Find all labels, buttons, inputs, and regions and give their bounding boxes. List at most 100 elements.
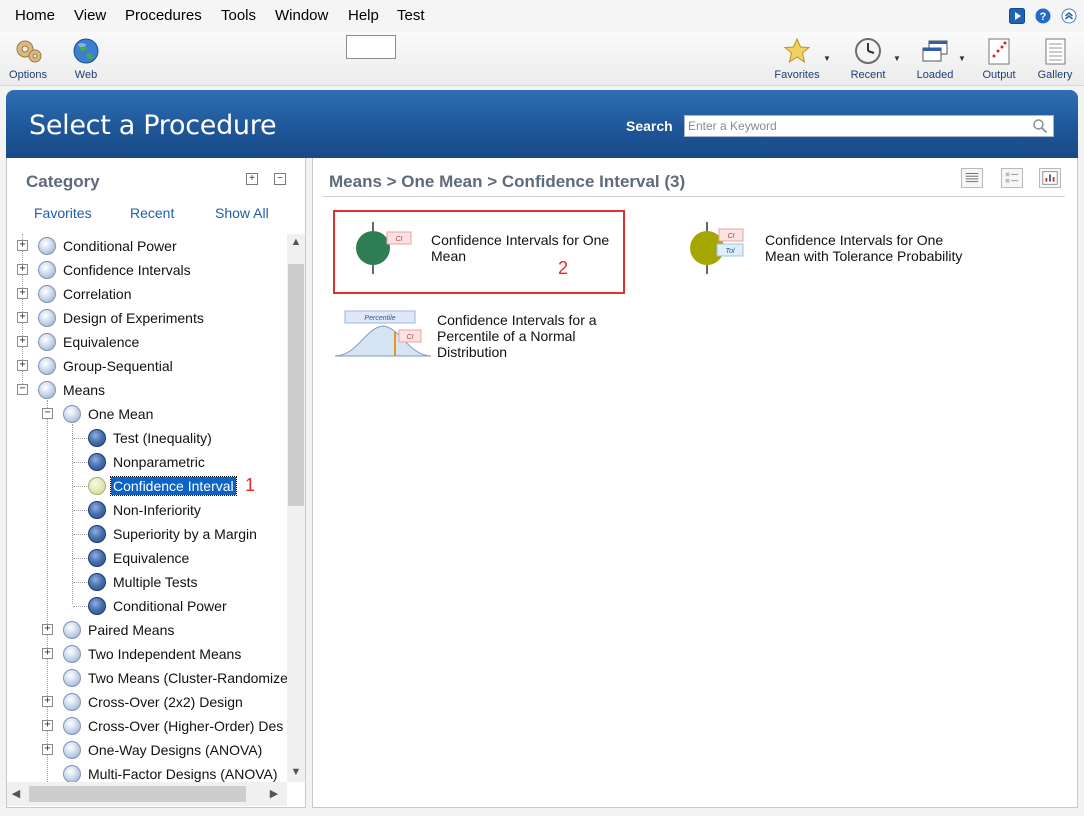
scroll-right-icon[interactable]: ▶ <box>265 787 283 800</box>
tree-item-confidence-interval[interactable]: Confidence Interval 1 <box>7 474 287 498</box>
gallery-label: Gallery <box>1037 69 1073 81</box>
scroll-thumb[interactable] <box>288 264 304 506</box>
expand-icon[interactable]: + <box>42 720 53 731</box>
expand-icon[interactable]: + <box>42 648 53 659</box>
icon-view-icon[interactable] <box>1039 168 1061 188</box>
procedure-title-line: Percentile of a Normal <box>437 328 576 344</box>
tree-item-label: Group-Sequential <box>63 358 173 374</box>
options-button[interactable]: Options <box>6 32 50 86</box>
tree-item[interactable]: Two Means (Cluster-Randomize <box>7 666 287 690</box>
tolerance-ci-icon[interactable]: CI Tol <box>683 220 749 276</box>
tree-item-means[interactable]: − Means <box>7 378 287 402</box>
scroll-down-icon[interactable]: ▼ <box>287 766 305 778</box>
procedure-bullet-icon <box>88 453 106 471</box>
scroll-thumb[interactable] <box>29 786 246 802</box>
procedure-link-percentile[interactable]: Confidence Intervals for a Percentile of… <box>437 312 597 360</box>
list-view-icon[interactable] <box>961 168 983 188</box>
recent-dropdown-icon[interactable]: ▼ <box>893 54 901 63</box>
favorites-button[interactable]: Favorites <box>770 32 824 86</box>
expand-icon[interactable]: + <box>17 360 28 371</box>
tree-item-label: Conditional Power <box>113 598 227 614</box>
one-mean-ci-icon[interactable]: CI <box>349 220 415 276</box>
procedure-link-one-mean[interactable]: Confidence Intervals for One Mean <box>431 232 609 264</box>
expand-icon[interactable]: + <box>17 264 28 275</box>
tree-horizontal-scrollbar[interactable]: ◀ ▶ <box>7 782 287 806</box>
tree-item[interactable]: Test (Inequality) <box>7 426 287 450</box>
tree-item[interactable]: + Paired Means <box>7 618 287 642</box>
menu-procedures[interactable]: Procedures <box>125 7 202 24</box>
tree-vertical-scrollbar[interactable]: ▲ ▼ <box>287 234 305 782</box>
tree-item-label: Multi-Factor Designs (ANOVA) <box>88 766 278 782</box>
tree-item[interactable]: Nonparametric <box>7 450 287 474</box>
collapse-icon[interactable]: − <box>17 384 28 395</box>
procedure-link-tolerance[interactable]: Confidence Intervals for One Mean with T… <box>765 232 962 264</box>
menu-tools[interactable]: Tools <box>221 7 256 24</box>
page-title: Select a Procedure <box>29 110 277 141</box>
expand-icon[interactable]: + <box>42 744 53 755</box>
category-bullet-icon <box>63 645 81 663</box>
menu-bar: Home View Procedures Tools Window Help T… <box>0 0 1084 32</box>
expand-icon[interactable]: + <box>42 696 53 707</box>
scroll-left-icon[interactable]: ◀ <box>7 787 25 800</box>
recent-button[interactable]: Recent <box>846 32 890 86</box>
procedure-bullet-icon <box>88 525 106 543</box>
category-bullet-icon <box>63 765 81 782</box>
tree-item[interactable]: Superiority by a Margin <box>7 522 287 546</box>
tree-item[interactable]: Non-Inferiority <box>7 498 287 522</box>
favorites-dropdown-icon[interactable]: ▼ <box>823 54 831 63</box>
search-icon[interactable] <box>1032 118 1048 134</box>
web-label: Web <box>74 69 98 81</box>
tree-item-one-mean[interactable]: − One Mean <box>7 402 287 426</box>
tab-recent[interactable]: Recent <box>130 205 174 221</box>
menu-help[interactable]: Help <box>348 7 379 24</box>
tab-show-all[interactable]: Show All <box>215 205 269 221</box>
help-icon[interactable]: ? <box>1035 8 1051 24</box>
detail-view-icon[interactable] <box>1001 168 1023 188</box>
collapse-all-icon[interactable]: − <box>274 173 286 185</box>
menu-window[interactable]: Window <box>275 7 328 24</box>
recent-label: Recent <box>850 69 886 81</box>
menu-view[interactable]: View <box>74 7 106 24</box>
gallery-button[interactable]: Gallery <box>1034 32 1076 86</box>
expand-icon[interactable]: + <box>42 624 53 635</box>
tree-item[interactable]: + Cross-Over (Higher-Order) Des <box>7 714 287 738</box>
percentile-ci-icon[interactable]: Percentile CI <box>333 308 433 360</box>
output-button[interactable]: Output <box>978 32 1020 86</box>
collapse-icon[interactable] <box>1061 8 1077 24</box>
scroll-up-icon[interactable]: ▲ <box>287 236 305 248</box>
expand-icon[interactable]: + <box>17 240 28 251</box>
expand-icon[interactable]: + <box>17 312 28 323</box>
expand-icon[interactable]: + <box>17 336 28 347</box>
category-bullet-icon <box>63 693 81 711</box>
menu-home[interactable]: Home <box>15 7 55 24</box>
tree-item[interactable]: Multiple Tests <box>7 570 287 594</box>
globe-icon <box>73 38 99 64</box>
menu-test[interactable]: Test <box>397 7 425 24</box>
tree-item[interactable]: + Correlation <box>7 282 287 306</box>
tree-item[interactable]: + One-Way Designs (ANOVA) <box>7 738 287 762</box>
toolbar-blank-field[interactable] <box>346 35 396 59</box>
tree-item[interactable]: Equivalence <box>7 546 287 570</box>
tab-favorites[interactable]: Favorites <box>34 205 92 221</box>
category-bullet-icon <box>38 285 56 303</box>
expand-icon[interactable]: + <box>17 288 28 299</box>
output-document-icon <box>988 38 1010 65</box>
tree-item[interactable]: + Two Independent Means <box>7 642 287 666</box>
loaded-label: Loaded <box>916 69 954 81</box>
tree-item-label: Test (Inequality) <box>113 430 212 446</box>
tree-item[interactable]: + Confidence Intervals <box>7 258 287 282</box>
expand-all-icon[interactable]: + <box>246 173 258 185</box>
loaded-dropdown-icon[interactable]: ▼ <box>958 54 966 63</box>
tree-item[interactable]: Multi-Factor Designs (ANOVA) <box>7 762 287 782</box>
tree-item[interactable]: + Cross-Over (2x2) Design <box>7 690 287 714</box>
tree-item[interactable]: + Group-Sequential <box>7 354 287 378</box>
collapse-icon[interactable]: − <box>42 408 53 419</box>
loaded-button[interactable]: Loaded <box>912 32 958 86</box>
tree-item[interactable]: Conditional Power <box>7 594 287 618</box>
tree-item[interactable]: + Design of Experiments <box>7 306 287 330</box>
tree-item[interactable]: + Conditional Power <box>7 234 287 258</box>
play-icon[interactable] <box>1009 8 1025 24</box>
search-input[interactable] <box>684 115 1054 137</box>
tree-item[interactable]: + Equivalence <box>7 330 287 354</box>
web-button[interactable]: Web <box>66 32 106 86</box>
